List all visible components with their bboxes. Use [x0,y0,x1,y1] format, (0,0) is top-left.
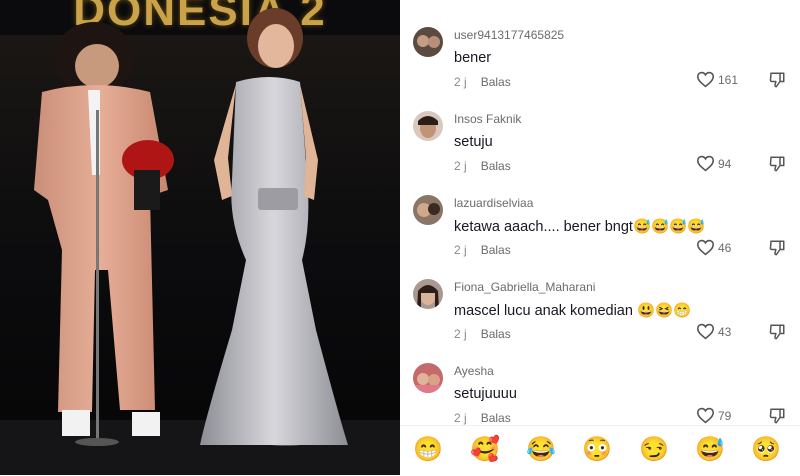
avatar[interactable] [413,195,443,225]
like-button[interactable]: 79 [696,406,740,425]
emoji-button[interactable]: 😏 [639,435,669,465]
avatar[interactable] [413,111,443,141]
comment-meta: 2 j Balas [454,411,511,425]
comment-username[interactable]: user9413177465825 [454,28,564,42]
reply-button[interactable]: Balas [481,411,511,425]
avatar[interactable] [413,27,443,57]
comment-text: setujuuuu [454,386,517,402]
comment-item: lazuardiselviaa ketawa aaach.... bener b… [400,168,800,257]
comment-text: setuju [454,134,493,150]
emoji-button[interactable]: 🥰 [470,435,500,465]
like-count: 79 [718,409,732,423]
emoji-button[interactable]: 😅 [695,435,725,465]
avatar[interactable] [413,363,443,393]
comment-username[interactable]: Ayesha [454,364,494,378]
comments-panel[interactable]: user9413177465825 bener 2 j Balas 161 Ins… [400,0,800,425]
avatar[interactable] [413,279,443,309]
video-player[interactable]: DONESIA 2 tanbo [0,0,400,475]
heart-outline-icon [696,407,715,424]
comment-time: 2 j [454,411,467,425]
emoji-quick-bar: 😁 🥰 😂 😳 😏 😅 🥺 [400,425,800,476]
video-scene [0,8,400,475]
comment-text: ketawa aaach.... bener bngt😅😅😅😅 [454,219,706,235]
comment-username[interactable]: Fiona_Gabriella_Maharani [454,280,595,294]
emoji-button[interactable]: 🥺 [751,435,781,465]
emoji-button[interactable]: 😁 [413,435,443,465]
comment-item: Ayesha setujuuuu 2 j Balas 79 [400,336,800,425]
emoji-button[interactable]: 😳 [582,435,612,465]
comment-text: mascel lucu anak komedian 😃😆😁 [454,303,692,319]
comment-text: bener [454,50,492,66]
dislike-button[interactable] [768,407,786,425]
comment-username[interactable]: Insos Faknik [454,112,521,126]
emoji-button[interactable]: 😂 [526,435,556,465]
thumbs-down-icon [769,408,785,424]
comment-item: Insos Faknik setuju 2 j Balas 94 [400,84,800,173]
comment-username[interactable]: lazuardiselviaa [454,196,533,210]
comment-item: Fiona_Gabriella_Maharani mascel lucu ana… [400,252,800,341]
comment-item: user9413177465825 bener 2 j Balas 161 [400,0,800,89]
